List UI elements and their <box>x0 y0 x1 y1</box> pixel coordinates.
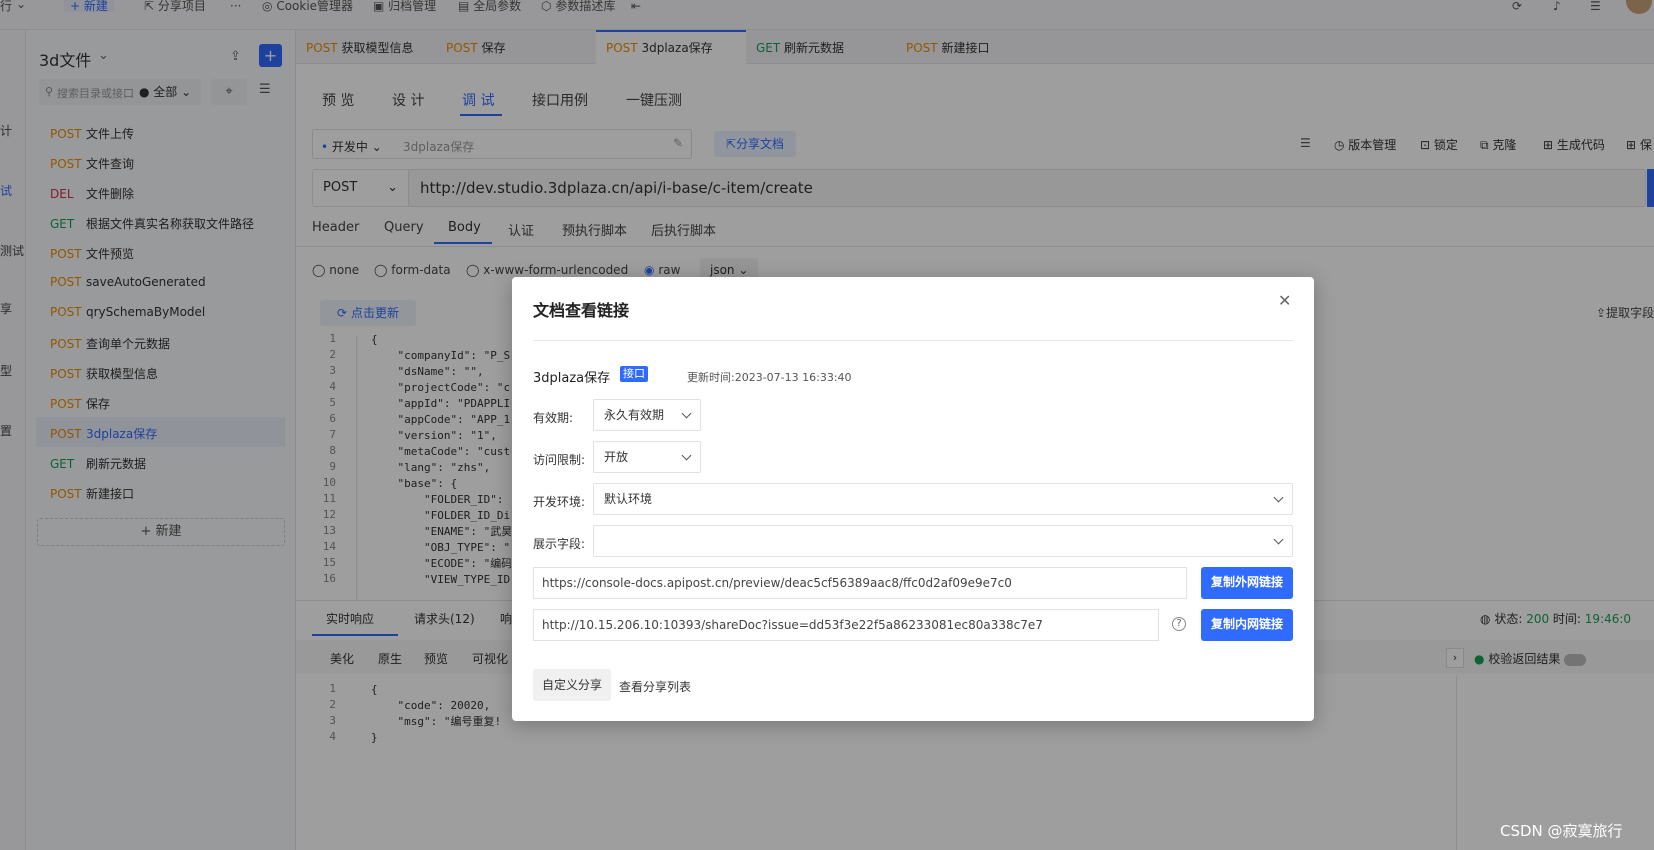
help-icon[interactable]: ? <box>1172 617 1186 631</box>
validity-select[interactable]: 永久有效期 <box>593 399 701 431</box>
validity-label: 有效期: <box>533 411 574 425</box>
env-value: 默认环境 <box>604 492 653 506</box>
chevron-down-icon <box>681 450 692 461</box>
env-select[interactable]: 默认环境 <box>593 483 1293 515</box>
app-window: 行 ⌄ + 新建 ⇱ 分享项目 ··· ◎ Cookie管理器 ▣ 归档管理 ▤… <box>0 0 1654 850</box>
fields-label: 展示字段: <box>533 537 586 551</box>
view-share-list-link[interactable]: 查看分享列表 <box>619 678 691 695</box>
external-url-field[interactable]: https://console-docs.apipost.cn/preview/… <box>533 567 1187 599</box>
access-value: 开放 <box>604 450 629 464</box>
api-badge: 接口 <box>620 366 648 382</box>
doc-api-name: 3dplaza保存 <box>533 371 611 386</box>
share-doc-modal: 文档查看链接 ✕ 3dplaza保存 接口 更新时间:2023-07-13 16… <box>512 277 1314 721</box>
custom-share-button[interactable]: 自定义分享 <box>533 669 611 701</box>
chevron-down-icon <box>681 408 692 419</box>
updated-label: 更新时间: <box>687 371 735 384</box>
modal-divider <box>533 340 1293 341</box>
modal-title: 文档查看链接 <box>533 301 630 320</box>
close-icon[interactable]: ✕ <box>1278 291 1291 310</box>
copy-external-button[interactable]: 复制外网链接 <box>1201 567 1293 599</box>
validity-value: 永久有效期 <box>604 408 665 422</box>
chevron-down-icon <box>1273 534 1284 545</box>
access-select[interactable]: 开放 <box>593 441 701 473</box>
chevron-down-icon <box>1273 492 1284 503</box>
fields-select[interactable] <box>593 525 1293 557</box>
internal-url-field[interactable]: http://10.15.206.10:10393/shareDoc?issue… <box>533 609 1159 641</box>
copy-internal-button[interactable]: 复制内网链接 <box>1201 609 1293 641</box>
watermark: CSDN @寂寞旅行 <box>1500 822 1623 840</box>
updated-time: 更新时间:2023-07-13 16:33:40 <box>687 369 852 385</box>
updated-value: 2023-07-13 16:33:40 <box>734 371 852 384</box>
env-label: 开发环境: <box>533 495 586 509</box>
access-label: 访问限制: <box>533 453 586 467</box>
